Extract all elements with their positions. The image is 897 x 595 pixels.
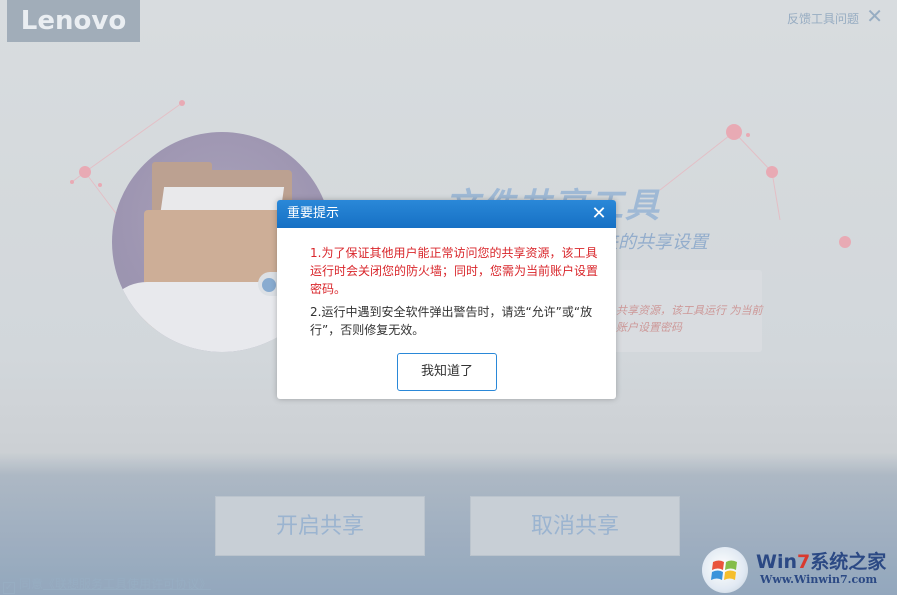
important-notice-dialog: 重要提示 ✕ 1.为了保证其他用户能正常访问您的共享资源，该工具运行时会关闭您的… xyxy=(277,200,616,399)
dialog-close-icon[interactable]: ✕ xyxy=(588,202,610,226)
dialog-body: 1.为了保证其他用户能正常访问您的共享资源，该工具运行时会关闭您的防火墙；同时，… xyxy=(277,228,616,339)
dialog-header: 重要提示 ✕ xyxy=(277,200,616,228)
info-message: 2.运行中遇到安全软件弹出警告时，请选“允许”或“放行”，否则修复无效。 xyxy=(310,305,593,337)
warning-message: 1.为了保证其他用户能正常访问您的共享资源，该工具运行时会关闭您的防火墙；同时，… xyxy=(310,246,599,296)
ok-button[interactable]: 我知道了 xyxy=(397,353,497,391)
dialog-title: 重要提示 xyxy=(287,206,340,221)
